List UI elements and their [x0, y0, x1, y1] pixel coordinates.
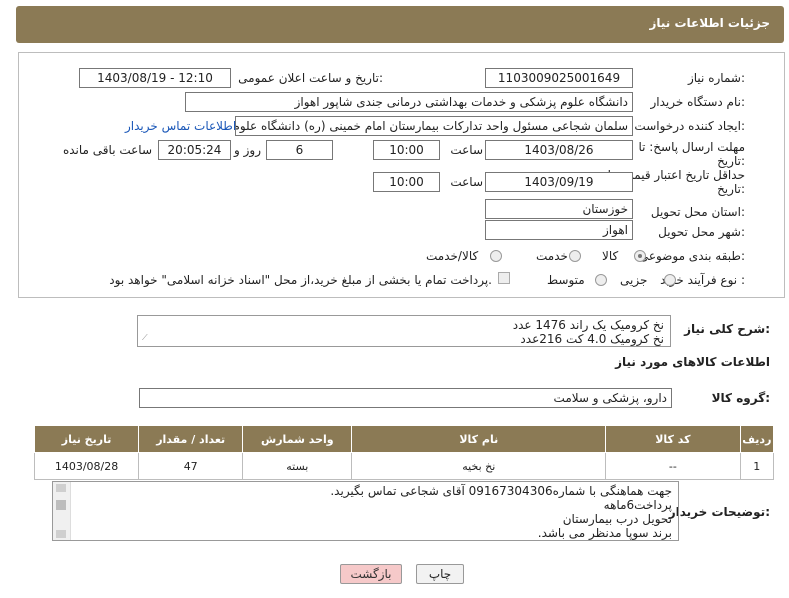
creator-field[interactable]: سلمان شجاعی مسئول واحد تدارکات بیمارستان…: [235, 116, 633, 136]
scroll-down-icon[interactable]: [56, 530, 66, 538]
purchase-radio-medium[interactable]: [595, 274, 607, 286]
notes-scrollbar[interactable]: [53, 482, 71, 540]
description-line-2: نخ کرومیک 4.0 کت 216عدد: [520, 332, 664, 346]
col-goods-name: نام کالا: [351, 425, 607, 453]
buyer-contact-link[interactable]: اطلاعات تماس خریدار: [125, 119, 236, 133]
cell-need-date: 1403/08/28: [33, 452, 140, 480]
category-service-label: خدمت: [536, 249, 568, 263]
cell-row: 1: [739, 452, 775, 480]
description-line-1: نخ کرومیک یک راند 1476 عدد: [512, 318, 664, 332]
table-row[interactable]: 1403/08/28 47 بسته نخ بخیه -- 1: [33, 452, 775, 480]
days-remaining-field[interactable]: 6: [266, 140, 333, 160]
announce-datetime-field[interactable]: 1403/08/19 - 12:10: [79, 68, 231, 88]
col-goods-code: کد کالا: [605, 425, 741, 453]
deadline-date-label: تاریخ:: [717, 154, 745, 168]
category-radio-service[interactable]: [569, 250, 581, 262]
deadline-time-field[interactable]: 10:00: [373, 140, 440, 160]
category-label: طبقه بندی موضوعی:: [638, 249, 745, 263]
general-description-label: شرح کلی نیاز:: [684, 322, 770, 336]
general-description-box[interactable]: نخ کرومیک یک راند 1476 عدد نخ کرومیک 4.0…: [137, 315, 671, 347]
remaining-time-field[interactable]: 20:05:24: [158, 140, 231, 160]
buyer-notes-text: جهت هماهنگی با شماره09167304306 آقای شجا…: [330, 484, 672, 540]
notes-line-3: تحویل درب بیمارستان: [562, 512, 672, 526]
announce-datetime-label: تاریخ و ساعت اعلان عمومی:: [238, 71, 383, 85]
goods-table-header: تاریخ نیاز تعداد / مقدار واحد شمارش نام …: [33, 425, 775, 453]
city-field[interactable]: اهواز: [485, 220, 633, 240]
creator-label: ایجاد کننده درخواست:: [634, 119, 745, 133]
validity-time-field[interactable]: 10:00: [373, 172, 440, 192]
need-number-label: شماره نیاز:: [687, 71, 745, 85]
remaining-time-label: ساعت باقی مانده: [62, 143, 152, 157]
resize-grip-icon[interactable]: ⟋: [142, 333, 148, 343]
category-radio-goods[interactable]: [634, 250, 646, 262]
page-title: جزئیات اطلاعات نیاز: [649, 16, 770, 30]
deadline-time-label: ساعت: [450, 143, 483, 157]
general-description-text: نخ کرومیک یک راند 1476 عدد نخ کرومیک 4.0…: [513, 318, 664, 346]
deadline-date-field[interactable]: 1403/08/26: [485, 140, 633, 160]
buyer-org-label: نام دستگاه خریدار:: [650, 95, 746, 109]
category-goods-service-label: کالا/خدمت: [426, 249, 479, 263]
validity-time-label: ساعت: [450, 175, 483, 189]
goods-group-field[interactable]: دارو، پزشکی و سلامت: [139, 388, 672, 408]
print-button[interactable]: چاپ: [416, 564, 464, 584]
page-header: جزئیات اطلاعات نیاز: [16, 6, 784, 43]
treasury-payment-text: پرداخت تمام یا بخشی از مبلغ خرید،از محل …: [109, 273, 492, 287]
goods-section-title: اطلاعات کالاهای مورد نیاز: [615, 355, 770, 369]
back-button[interactable]: بازگشت: [340, 564, 402, 584]
category-radio-goods-service[interactable]: [490, 250, 502, 262]
scroll-thumb[interactable]: [56, 500, 66, 510]
purchase-minor-label: جزیی: [620, 273, 648, 287]
category-goods-label: کالا: [602, 249, 619, 263]
cell-goods-code: --: [605, 452, 741, 480]
cell-quantity: 47: [138, 452, 244, 480]
buyer-notes-label: توضیحات خریدار:: [668, 505, 770, 519]
purchase-medium-label: متوسط: [547, 273, 585, 287]
validity-date-field[interactable]: 1403/09/19: [485, 172, 633, 192]
validity-date-label: تاریخ:: [717, 182, 745, 196]
notes-line-1: جهت هماهنگی با شماره09167304306 آقای شجا…: [330, 484, 672, 498]
scroll-up-icon[interactable]: [56, 484, 66, 492]
city-label: شهر محل تحویل:: [658, 225, 745, 239]
buyer-notes-box[interactable]: جهت هماهنگی با شماره09167304306 آقای شجا…: [52, 481, 679, 541]
cell-goods-name: نخ بخیه: [351, 452, 607, 480]
col-row: ردیف: [739, 425, 775, 453]
deadline-label: مهلت ارسال پاسخ: تا: [638, 140, 745, 154]
buyer-org-field[interactable]: دانشگاه علوم پزشکی و خدمات بهداشتی درمان…: [185, 92, 633, 112]
goods-group-label: گروه کالا:: [711, 391, 770, 405]
days-label: روز و: [234, 143, 261, 157]
need-number-field[interactable]: 1103009025001649: [485, 68, 633, 88]
province-label: استان محل تحویل:: [650, 205, 745, 219]
notes-line-4: برند سوپا مدنظر می باشد.: [537, 526, 672, 540]
goods-table: تاریخ نیاز تعداد / مقدار واحد شمارش نام …: [33, 425, 775, 480]
cell-unit: بسته: [242, 452, 353, 480]
purchase-radio-minor[interactable]: [664, 274, 676, 286]
treasury-payment-checkbox[interactable]: [498, 272, 510, 284]
col-quantity: تعداد / مقدار: [138, 425, 244, 453]
col-unit: واحد شمارش: [242, 425, 353, 453]
col-need-date: تاریخ نیاز: [33, 425, 140, 453]
notes-line-2: پرداخت6ماهه: [603, 498, 672, 512]
province-field[interactable]: خوزستان: [485, 199, 633, 219]
